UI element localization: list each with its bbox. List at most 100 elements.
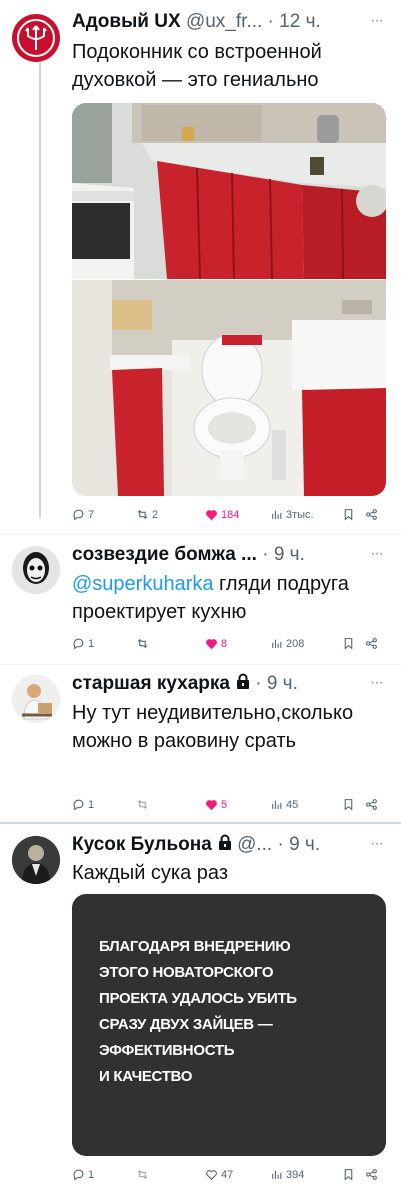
heart-icon [206, 800, 217, 811]
retweet-button[interactable]: 2 [136, 508, 158, 521]
timestamp[interactable]: · 9 ч. [277, 834, 320, 856]
avatar-image [12, 836, 60, 884]
share-button[interactable] [365, 637, 378, 650]
bookmark-button[interactable] [342, 1168, 355, 1181]
views-button[interactable]: 3тыс. [270, 508, 314, 521]
devil-trident-icon [17, 19, 55, 57]
bookmark-icon [344, 1169, 353, 1181]
lock-icon [218, 834, 232, 856]
user-handle[interactable]: @ux_fr... [186, 11, 262, 33]
share-icon [366, 799, 377, 810]
tweet-photo-kitchen[interactable] [72, 103, 386, 279]
reply-button[interactable]: 1 [72, 637, 94, 650]
kitchen-photo [72, 103, 386, 279]
thread-line [39, 62, 41, 518]
display-name[interactable]: Адовый UX [72, 11, 181, 33]
divider [0, 822, 401, 824]
reply-icon [73, 638, 84, 650]
like-button[interactable]: 8 [205, 637, 227, 650]
reply-button[interactable]: 1 [72, 798, 94, 811]
views-icon [272, 800, 282, 809]
tweet-header: Кусок Бульона @... · 9 ч. ··· [72, 833, 393, 857]
more-icon[interactable]: ··· [370, 835, 384, 853]
more-icon[interactable]: ··· [370, 545, 384, 563]
divider [0, 664, 401, 665]
image-caption-text: БЛАГОДАРЯ ВНЕДРЕНИЮ ЭТОГО НОВАТОРСКОГО П… [99, 938, 297, 1085]
like-count: 184 [221, 508, 240, 521]
like-count: 47 [221, 1168, 234, 1181]
bookmark-button[interactable] [342, 637, 355, 650]
like-button[interactable]: 47 [205, 1168, 233, 1181]
tweet-photo-toilet[interactable] [72, 280, 386, 496]
user-handle[interactable]: @... [237, 834, 272, 856]
retweet-icon [137, 638, 148, 649]
avatar[interactable] [12, 14, 60, 62]
display-name[interactable]: созвездие бомжа ... [72, 544, 257, 566]
toilet-photo [72, 280, 386, 496]
tweet-image[interactable]: БЛАГОДАРЯ ВНЕДРЕНИЮ ЭТОГО НОВАТОРСКОГО П… [72, 894, 386, 1156]
avatar[interactable] [12, 836, 60, 884]
more-icon[interactable]: ··· [370, 674, 384, 692]
views-button[interactable]: 208 [270, 637, 304, 650]
timestamp[interactable]: · 9 ч. [255, 673, 298, 695]
share-button[interactable] [365, 1168, 378, 1181]
retweet-button[interactable] [136, 798, 149, 811]
heart-icon [206, 639, 217, 650]
like-button[interactable]: 184 [205, 508, 239, 521]
bookmark-button[interactable] [342, 798, 355, 811]
display-name[interactable]: старшая кухарка [72, 673, 230, 695]
avatar[interactable] [12, 546, 60, 594]
avatar-image [12, 675, 60, 723]
lock-icon [236, 673, 250, 695]
views-icon [272, 639, 282, 648]
share-button[interactable] [365, 798, 378, 811]
bookmark-button[interactable] [342, 508, 355, 521]
heart-icon [206, 510, 217, 521]
tweet-actions: 7 2 184 3тыс. [72, 508, 387, 528]
retweet-icon [137, 799, 148, 810]
display-name[interactable]: Кусок Бульона [72, 834, 212, 856]
retweet-button[interactable] [136, 637, 149, 650]
share-icon [366, 509, 377, 520]
tweet-actions: 1 47 394 [72, 1168, 387, 1188]
views-count: 45 [286, 798, 299, 811]
reply-icon [73, 799, 84, 811]
like-count: 8 [221, 637, 228, 650]
like-button[interactable]: 5 [205, 798, 227, 811]
share-icon [366, 638, 377, 649]
reply-icon [73, 1169, 84, 1181]
views-icon [272, 1170, 282, 1179]
reply-count: 7 [88, 508, 95, 521]
views-count: 208 [286, 637, 305, 650]
views-button[interactable]: 394 [270, 1168, 304, 1181]
views-icon [272, 510, 282, 519]
share-button[interactable] [365, 508, 378, 521]
like-count: 5 [221, 798, 228, 811]
timestamp[interactable]: · 12 ч. [268, 11, 321, 33]
tweet-actions: 1 8 208 [72, 637, 387, 657]
reply-button[interactable]: 7 [72, 508, 94, 521]
divider [0, 534, 401, 535]
more-icon[interactable]: ··· [370, 12, 384, 30]
bookmark-icon [344, 638, 353, 650]
views-button[interactable]: 45 [270, 798, 298, 811]
reply-count: 1 [88, 798, 95, 811]
reply-count: 1 [88, 637, 95, 650]
tweet-header: Адовый UX @ux_fr... · 12 ч. ··· [72, 10, 393, 34]
views-count: 3тыс. [286, 508, 314, 521]
share-icon [366, 1169, 377, 1180]
tweet-text: @superkuharka гляди подруга проектирует … [72, 570, 383, 626]
avatar[interactable] [12, 675, 60, 723]
avatar-image [12, 546, 60, 594]
reply-count: 1 [88, 1168, 95, 1181]
retweet-icon [137, 1169, 148, 1180]
mention-link[interactable]: @superkuharka [72, 573, 213, 595]
retweet-icon [137, 509, 148, 520]
tweet-text: Ну тут неудивительно,сколько можно в рак… [72, 702, 354, 752]
retweet-count: 2 [152, 508, 159, 521]
heart-icon [206, 1170, 217, 1181]
timestamp[interactable]: · 9 ч. [262, 544, 305, 566]
retweet-button[interactable] [136, 1168, 149, 1181]
bookmark-icon [344, 509, 353, 521]
reply-button[interactable]: 1 [72, 1168, 94, 1181]
